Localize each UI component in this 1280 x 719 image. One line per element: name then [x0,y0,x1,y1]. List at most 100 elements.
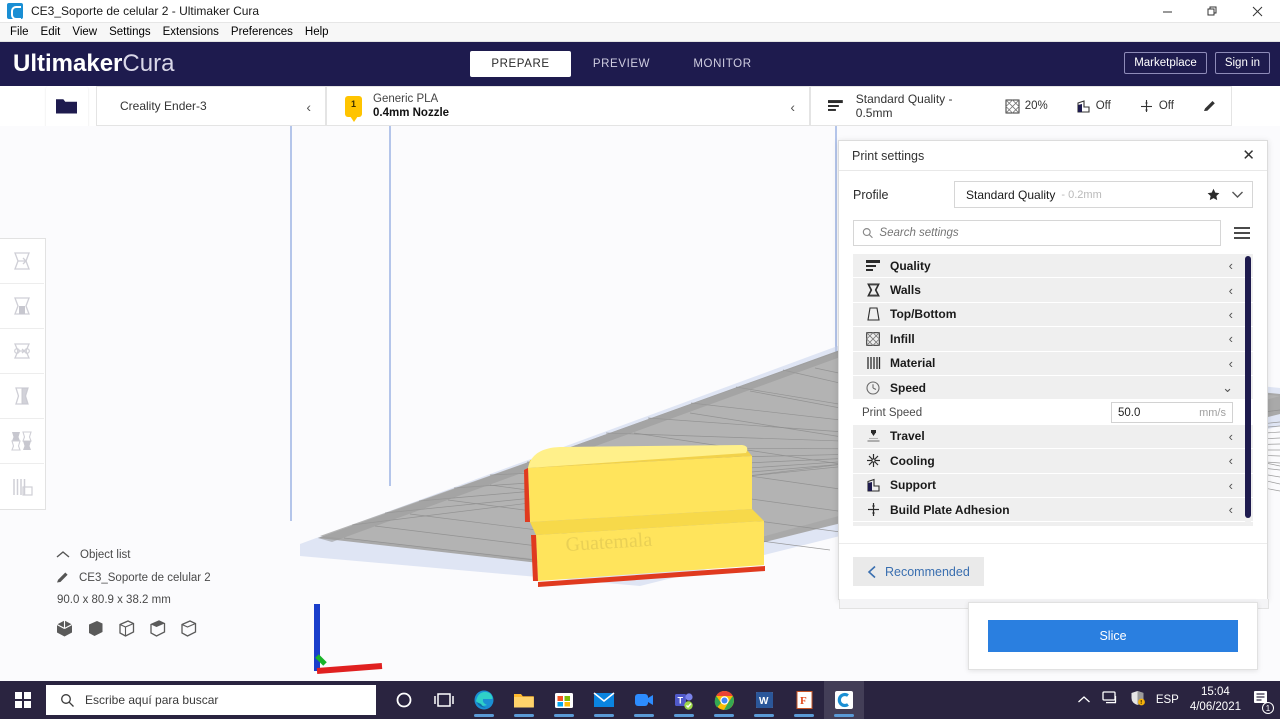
zoom-button[interactable] [624,681,664,719]
mail-button[interactable] [584,681,624,719]
support-blocker-button[interactable] [0,464,44,509]
xray-view-icon[interactable] [148,619,167,643]
chevron-left-icon: ‹ [306,99,311,115]
quality-icon [862,259,884,272]
slice-button[interactable]: Slice [988,620,1238,652]
mirror-tool-button[interactable] [0,374,44,419]
minimize-button[interactable] [1145,0,1190,23]
teams-button[interactable]: T [664,681,704,719]
scrollbar-thumb[interactable] [1245,256,1251,518]
category-support[interactable]: Support ‹ [853,473,1253,498]
layer-view-icon[interactable] [179,619,198,643]
tab-monitor[interactable]: MONITOR [672,51,773,77]
show-hidden-icons-button[interactable] [1077,691,1091,709]
security-icon[interactable]: ! [1130,690,1145,711]
object-list-toggle[interactable]: Object list [55,549,375,561]
sign-in-button[interactable]: Sign in [1214,52,1270,74]
menu-item-file[interactable]: File [4,25,35,39]
language-indicator[interactable]: ESP [1156,694,1179,706]
scale-tool-button[interactable] [0,284,44,329]
menu-item-edit[interactable]: Edit [35,25,67,39]
category-material[interactable]: Material ‹ [853,351,1253,376]
cortana-button[interactable] [384,681,424,719]
taskbar-search-box[interactable]: Escribe aquí para buscar [46,685,376,715]
support-icon [1077,99,1090,113]
word-icon: W [755,692,773,708]
task-view-button[interactable] [424,681,464,719]
move-tool-button[interactable] [0,239,44,284]
word-button[interactable]: W [744,681,784,719]
menu-item-preferences[interactable]: Preferences [225,25,299,39]
system-tray: ! ESP 15:04 4/06/2021 1 [1077,685,1280,715]
print-settings-selector[interactable]: Standard Quality - 0.5mm 20% Off Off [810,86,1232,126]
close-icon[interactable]: ✕ [1242,148,1255,163]
action-panel: Slice [968,602,1258,670]
per-model-settings-button[interactable] [0,419,44,464]
shaded-view-icon[interactable] [86,619,105,643]
start-button[interactable] [0,681,46,719]
print-settings-header: Print settings ✕ [839,141,1267,171]
recommended-mode-button[interactable]: Recommended [853,557,984,586]
edge-button[interactable] [464,681,504,719]
maximize-restore-button[interactable] [1190,0,1235,23]
close-button[interactable] [1235,0,1280,23]
category-infill[interactable]: Infill ‹ [853,327,1253,352]
star-icon[interactable] [1207,188,1220,201]
microsoft-store-button[interactable] [544,681,584,719]
machine-name: Creality Ender-3 [120,99,207,113]
solid-view-icon[interactable] [55,619,74,643]
menu-item-settings[interactable]: Settings [103,25,157,39]
marketplace-button[interactable]: Marketplace [1124,52,1207,74]
chrome-button[interactable] [704,681,744,719]
setting-print-speed[interactable]: Print Speed 50.0 mm/s [853,400,1253,425]
file-explorer-button[interactable] [504,681,544,719]
menu-item-help[interactable]: Help [299,25,335,39]
machine-selector[interactable]: Creality Ender-3 ‹ [96,86,326,126]
category-label: Infill [890,331,915,346]
material-selector[interactable]: 1 Generic PLA 0.4mm Nozzle ‹ [326,86,810,126]
object-name: CE3_Soporte de celular 2 [79,571,211,584]
category-dual-extrusion[interactable]: Dual Extrusion ⌄ [853,522,1253,526]
category-build-plate-adhesion[interactable]: Build Plate Adhesion ‹ [853,497,1253,523]
adhesion-icon [1140,99,1152,112]
mail-icon [593,692,615,707]
category-top-bottom[interactable]: Top/Bottom ‹ [853,302,1253,328]
category-travel[interactable]: Travel ‹ [853,424,1253,450]
profile-label: Profile [853,187,889,202]
settings-scrollbar[interactable] [1245,256,1251,524]
search-input[interactable] [879,227,1212,239]
chevron-down-icon[interactable] [1231,190,1244,199]
wireframe-view-icon[interactable] [117,619,136,643]
scale-icon [14,297,30,315]
category-cooling[interactable]: Cooling ‹ [853,449,1253,474]
quick-settings-summary: 20% Off Off [991,99,1231,114]
tab-prepare[interactable]: PREPARE [470,51,571,77]
object-list-item[interactable]: CE3_Soporte de celular 2 [55,570,375,585]
search-settings-box[interactable] [853,220,1221,246]
rotate-tool-button[interactable] [0,329,44,374]
settings-visibility-button[interactable] [1231,224,1253,242]
notification-center-button[interactable]: 1 [1252,689,1274,714]
clock[interactable]: 15:04 4/06/2021 [1190,685,1241,715]
edit-print-settings-button[interactable] [1188,99,1231,114]
menu-item-extensions[interactable]: Extensions [157,25,225,39]
zoom-icon [635,694,653,706]
category-walls[interactable]: Walls ‹ [853,278,1253,303]
clock-date: 4/06/2021 [1189,701,1241,713]
category-speed[interactable]: Speed ⌄ [853,375,1253,401]
print-speed-input[interactable]: 50.0 mm/s [1111,402,1233,424]
taskbar-icons: T W F [384,681,864,719]
notification-count: 1 [1262,702,1274,714]
profile-dropdown[interactable]: Standard Quality - 0.2mm [954,181,1253,208]
cura-button[interactable] [824,681,864,719]
chevron-left-icon: ‹ [1228,428,1233,444]
foxit-button[interactable]: F [784,681,824,719]
setting-label: Print Speed [862,406,923,419]
category-quality[interactable]: Quality ‹ [853,254,1253,279]
tab-preview[interactable]: PREVIEW [571,51,672,77]
open-file-button[interactable] [46,86,88,126]
settings-category-list[interactable]: Quality ‹ Walls ‹ Top/Bottom ‹ Infill ‹ … [853,254,1253,526]
network-icon[interactable] [1102,690,1119,710]
topbottom-icon [862,307,884,322]
menu-item-view[interactable]: View [66,25,103,39]
